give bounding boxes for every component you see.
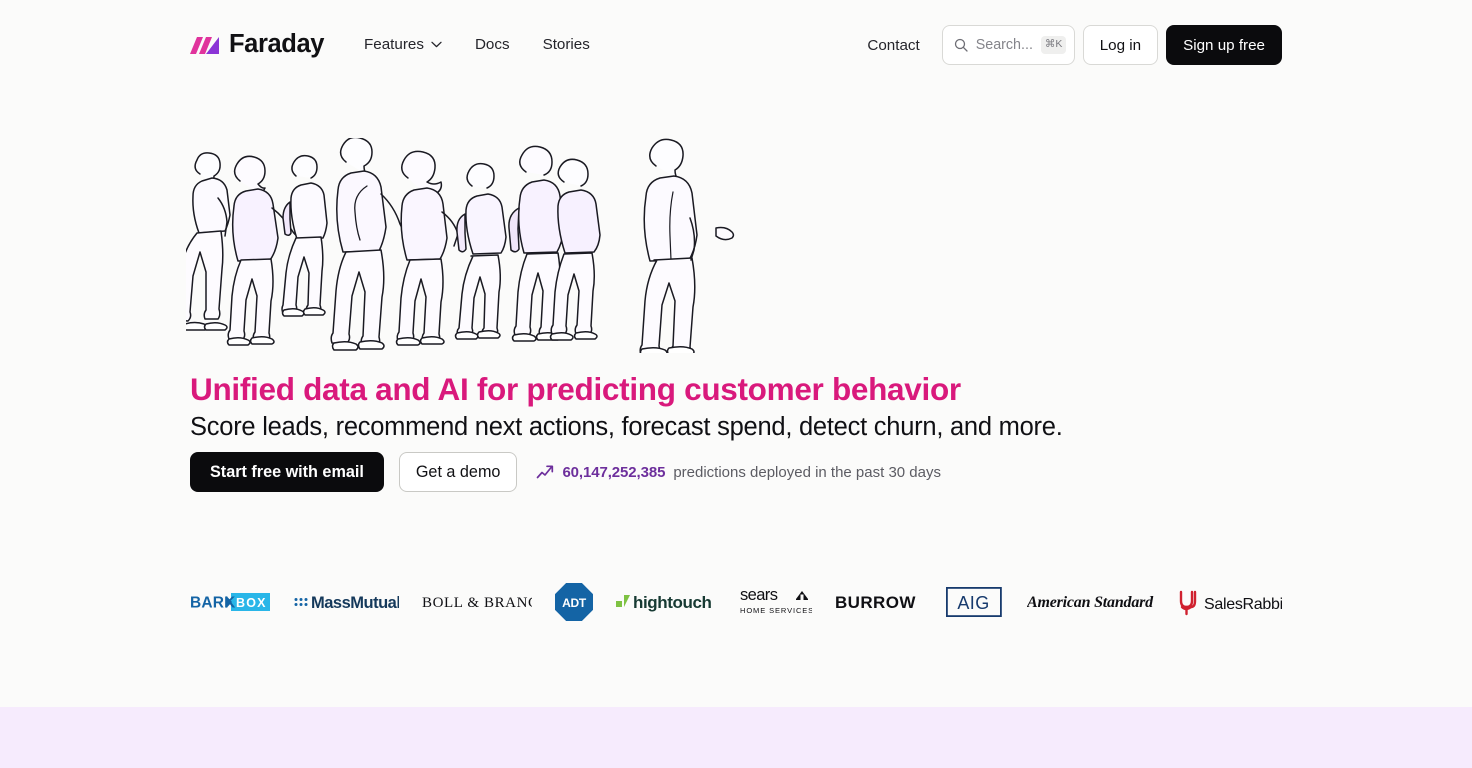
start-free-button[interactable]: Start free with email	[190, 452, 384, 492]
svg-text:SalesRabbit: SalesRabbit	[1204, 596, 1282, 613]
massmutual-logo-icon: MassMutual	[294, 594, 399, 612]
svg-text:HOME SERVICES: HOME SERVICES	[740, 606, 812, 615]
logo-american-standard: American Standard American Standard	[1027, 580, 1155, 624]
american-standard-logo-icon: American Standard	[1027, 594, 1154, 611]
svg-text:American Standard: American Standard	[1027, 594, 1154, 611]
logo-boll-and-branch: BOLL & BRANCH BOLL & BRANCH	[422, 580, 532, 624]
barkbox-logo-icon: BARK BOX	[190, 593, 270, 612]
nav-item-contact[interactable]: Contact	[867, 37, 919, 54]
logo-adt: ADT ADT	[555, 580, 594, 624]
get-demo-button[interactable]: Get a demo	[398, 452, 518, 492]
burrow-logo-icon: BURROW	[835, 593, 916, 612]
nav-item-stories[interactable]: Stories	[543, 37, 590, 52]
svg-text:hightouch: hightouch	[633, 593, 712, 612]
logo-salesrabbit: SalesRabbit SalesRabbit	[1178, 580, 1282, 624]
hightouch-logo-icon: hightouch	[616, 593, 712, 612]
svg-text:BOLL & BRANCH: BOLL & BRANCH	[422, 595, 532, 611]
header-actions: Contact Search... ⌘K Log in Sign up free	[867, 25, 1282, 65]
logo-massmutual: MassMutual MassMutual	[293, 580, 399, 624]
brand-logo-link[interactable]: Faraday	[190, 32, 324, 58]
aig-logo-icon: AIG	[945, 587, 1002, 617]
svg-text:sears: sears	[740, 586, 778, 604]
main-nav: Features Docs Stories	[364, 37, 590, 52]
bottom-section-band	[0, 707, 1472, 768]
signup-button[interactable]: Sign up free	[1166, 25, 1282, 65]
predictions-caption: predictions deployed in the past 30 days	[673, 463, 941, 481]
nav-item-docs[interactable]: Docs	[475, 37, 510, 52]
logo-barkbox: BarkBox BARK BOX	[190, 580, 270, 624]
svg-text:BURROW: BURROW	[835, 593, 916, 612]
hero-actions: Start free with email Get a demo 60,147,…	[190, 452, 941, 492]
svg-text:ADT: ADT	[562, 596, 587, 610]
svg-text:AIG: AIG	[957, 593, 989, 613]
trending-up-icon	[537, 465, 554, 479]
salesrabbit-logo-icon: SalesRabbit	[1179, 590, 1282, 616]
brand-name: Faraday	[229, 30, 325, 59]
svg-text:BOX: BOX	[236, 596, 267, 610]
search-input[interactable]: Search... ⌘K	[941, 25, 1075, 65]
page-root: Faraday Features Docs Stories Contact Se…	[0, 0, 1472, 768]
svg-text:MassMutual: MassMutual	[311, 594, 399, 612]
page-title: Unified data and AI for predicting custo…	[190, 371, 961, 407]
hero-subtitle: Score leads, recommend next actions, for…	[190, 413, 1063, 441]
faraday-logo-icon	[190, 36, 219, 54]
sears-home-services-logo-icon: sears HOME SERVICES	[740, 586, 812, 615]
predictions-count: 60,147,252,385	[562, 463, 666, 481]
predictions-stat: 60,147,252,385 predictions deployed in t…	[536, 463, 941, 481]
logo-hightouch: hightouch hightouch	[616, 580, 716, 624]
nav-item-features-label: Features	[364, 36, 424, 54]
logo-burrow: BURROW BURROW	[835, 580, 923, 624]
customer-logo-strip: BarkBox BARK BOX MassMutual Ma	[190, 577, 1282, 627]
search-icon	[954, 38, 968, 52]
chevron-down-icon	[431, 42, 442, 48]
logo-sears-home-services: sears HOME SERVICES sears HOME SERVICES	[740, 580, 812, 624]
hero-section: Unified data and AI for predicting custo…	[0, 90, 1472, 707]
crowd-illustration	[186, 138, 735, 353]
search-placeholder: Search...	[975, 36, 1033, 53]
boll-and-branch-logo-icon: BOLL & BRANCH	[422, 595, 532, 611]
adt-logo-icon: ADT	[555, 583, 594, 621]
login-button[interactable]: Log in	[1082, 25, 1159, 65]
nav-item-features[interactable]: Features	[364, 36, 442, 54]
logo-aig: AIG AIG	[945, 580, 1004, 624]
search-shortcut-badge: ⌘K	[1040, 36, 1067, 54]
site-header: Faraday Features Docs Stories Contact Se…	[0, 0, 1472, 90]
